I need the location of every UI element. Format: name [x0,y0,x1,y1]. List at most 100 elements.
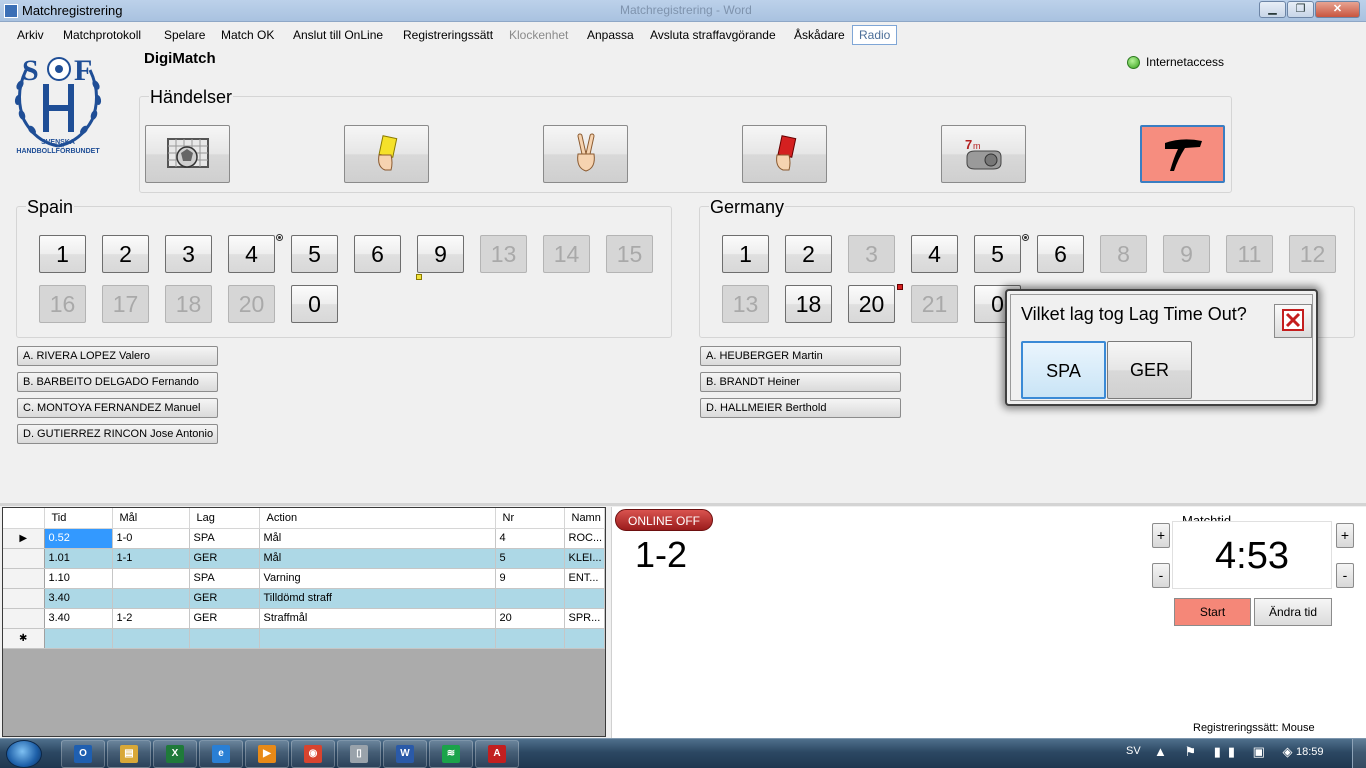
taskbar-pdf-button[interactable]: A [475,740,519,768]
cell-mal[interactable]: 1-2 [112,608,190,629]
cell-tid[interactable]: 1.01 [44,548,113,569]
cell-lag[interactable]: GER [189,588,260,609]
new-row-header[interactable]: ✱ [3,628,45,649]
home-official-c[interactable]: C. MONTOYA FERNANDEZ Manuel [17,398,218,418]
cell-action[interactable]: Mål [259,528,496,549]
menu-klockenhet[interactable]: Klockenhet [509,28,568,42]
table-row[interactable]: ▶ 0.52 1-0 SPA Mål 4 ROC... [3,528,605,549]
home-player-button-5[interactable]: 5 [291,235,338,273]
new-row-cell[interactable] [189,628,260,649]
column-header-lag[interactable]: Lag [189,508,260,529]
home-player-button-2[interactable]: 2 [102,235,149,273]
tray-icons[interactable]: ▲ ⚑ ▮▮ ▣ ◈ [1154,744,1300,760]
cell-lag[interactable]: GER [189,548,260,569]
new-row-cell[interactable] [112,628,190,649]
table-row[interactable]: 1.01 1-1 GER Mål 5 KLEI... [3,548,605,569]
home-player-button-9[interactable]: 9 [417,235,464,273]
home-official-a[interactable]: A. RIVERA LOPEZ Valero [17,346,218,366]
right-plus-button[interactable]: + [1336,523,1354,548]
home-player-button-0[interactable]: 0 [291,285,338,323]
taskbar-ie-button[interactable]: e [199,740,243,768]
away-player-button-2[interactable]: 2 [785,235,832,273]
home-player-button-1[interactable]: 1 [39,235,86,273]
cell-mal[interactable] [112,588,190,609]
home-player-button-3[interactable]: 3 [165,235,212,273]
taskbar-excel-button[interactable]: X [153,740,197,768]
away-player-button-13[interactable]: 13 [722,285,769,323]
new-row-cell[interactable] [44,628,113,649]
cell-nr[interactable]: 5 [495,548,565,569]
new-row[interactable]: ✱ [3,628,605,649]
home-player-button-18[interactable]: 18 [165,285,212,323]
away-player-button-5[interactable]: 5 [974,235,1021,273]
penalty-7m-event-button[interactable]: 7 m [941,125,1026,183]
cell-nr[interactable]: 4 [495,528,565,549]
red-card-event-button[interactable] [742,125,827,183]
menu-anpassa[interactable]: Anpassa [587,28,634,42]
column-header-nr[interactable]: Nr [495,508,565,529]
home-player-button-16[interactable]: 16 [39,285,86,323]
row-header[interactable]: ▶ [3,528,45,549]
home-official-d[interactable]: D. GUTIERREZ RINCON Jose Antonio [17,424,218,444]
table-row[interactable]: 3.40 1-2 GER Straffmål 20 SPR... [3,608,605,629]
cell-lag[interactable]: SPA [189,568,260,589]
goal-event-button[interactable] [145,125,230,183]
cell-namn[interactable] [564,588,605,609]
away-player-button-11[interactable]: 11 [1226,235,1273,273]
row-header[interactable] [3,588,45,609]
show-desktop-button[interactable] [1352,739,1366,768]
dialog-close-button[interactable] [1274,304,1312,338]
splitter[interactable] [0,503,1366,506]
home-player-button-4[interactable]: 4 [228,235,275,273]
menu-askadare[interactable]: Åskådare [794,28,845,42]
cell-tid[interactable]: 0.52 [44,528,113,549]
dialog-spa-button[interactable]: SPA [1021,341,1106,399]
cell-namn[interactable]: KLEI... [564,548,605,569]
cell-mal[interactable]: 1-1 [112,548,190,569]
cell-action[interactable]: Mål [259,548,496,569]
menu-matchprotokoll[interactable]: Matchprotokoll [63,28,141,42]
left-plus-button[interactable]: + [1152,523,1170,548]
menu-anslut-online[interactable]: Anslut till OnLine [293,28,383,42]
away-official-d[interactable]: D. HALLMEIER Berthold [700,398,901,418]
column-header-mal[interactable]: Mål [112,508,190,529]
home-player-button-15[interactable]: 15 [606,235,653,273]
language-indicator[interactable]: SV [1126,745,1141,757]
away-official-a[interactable]: A. HEUBERGER Martin [700,346,901,366]
cell-nr[interactable]: 20 [495,608,565,629]
away-official-b[interactable]: B. BRANDT Heiner [700,372,901,392]
cell-lag[interactable]: GER [189,608,260,629]
away-player-button-1[interactable]: 1 [722,235,769,273]
away-player-button-18[interactable]: 18 [785,285,832,323]
menu-arkiv[interactable]: Arkiv [17,28,44,42]
cell-tid[interactable]: 3.40 [44,608,113,629]
taskbar-spotify-button[interactable]: ≋ [429,740,473,768]
yellow-card-event-button[interactable] [344,125,429,183]
away-player-button-21[interactable]: 21 [911,285,958,323]
taskbar-outlook-button[interactable]: O [61,740,105,768]
two-minutes-event-button[interactable] [543,125,628,183]
cell-namn[interactable]: ENT... [564,568,605,589]
away-player-button-12[interactable]: 12 [1289,235,1336,273]
cell-action[interactable]: Tilldömd straff [259,588,496,609]
home-player-button-6[interactable]: 6 [354,235,401,273]
change-time-button[interactable]: Ändra tid [1254,598,1332,626]
taskbar-clock[interactable]: 18:59 [1296,746,1324,758]
cell-nr[interactable]: 9 [495,568,565,589]
column-header-tid[interactable]: Tid [44,508,113,529]
left-minus-button[interactable]: - [1152,563,1170,588]
cell-namn[interactable]: ROC... [564,528,605,549]
cell-tid[interactable]: 1.10 [44,568,113,589]
table-row[interactable]: 3.40 GER Tilldömd straff [3,588,605,609]
cell-lag[interactable]: SPA [189,528,260,549]
cell-mal[interactable] [112,568,190,589]
new-row-cell[interactable] [564,628,605,649]
home-player-button-17[interactable]: 17 [102,285,149,323]
taskbar-explorer-button[interactable]: ▤ [107,740,151,768]
home-player-button-13[interactable]: 13 [480,235,527,273]
new-row-cell[interactable] [495,628,565,649]
maximize-button[interactable]: ❐ [1287,1,1314,18]
taskbar-chrome-button[interactable]: ◉ [291,740,335,768]
menu-match-ok[interactable]: Match OK [221,28,274,42]
timeout-event-button[interactable] [1140,125,1225,183]
